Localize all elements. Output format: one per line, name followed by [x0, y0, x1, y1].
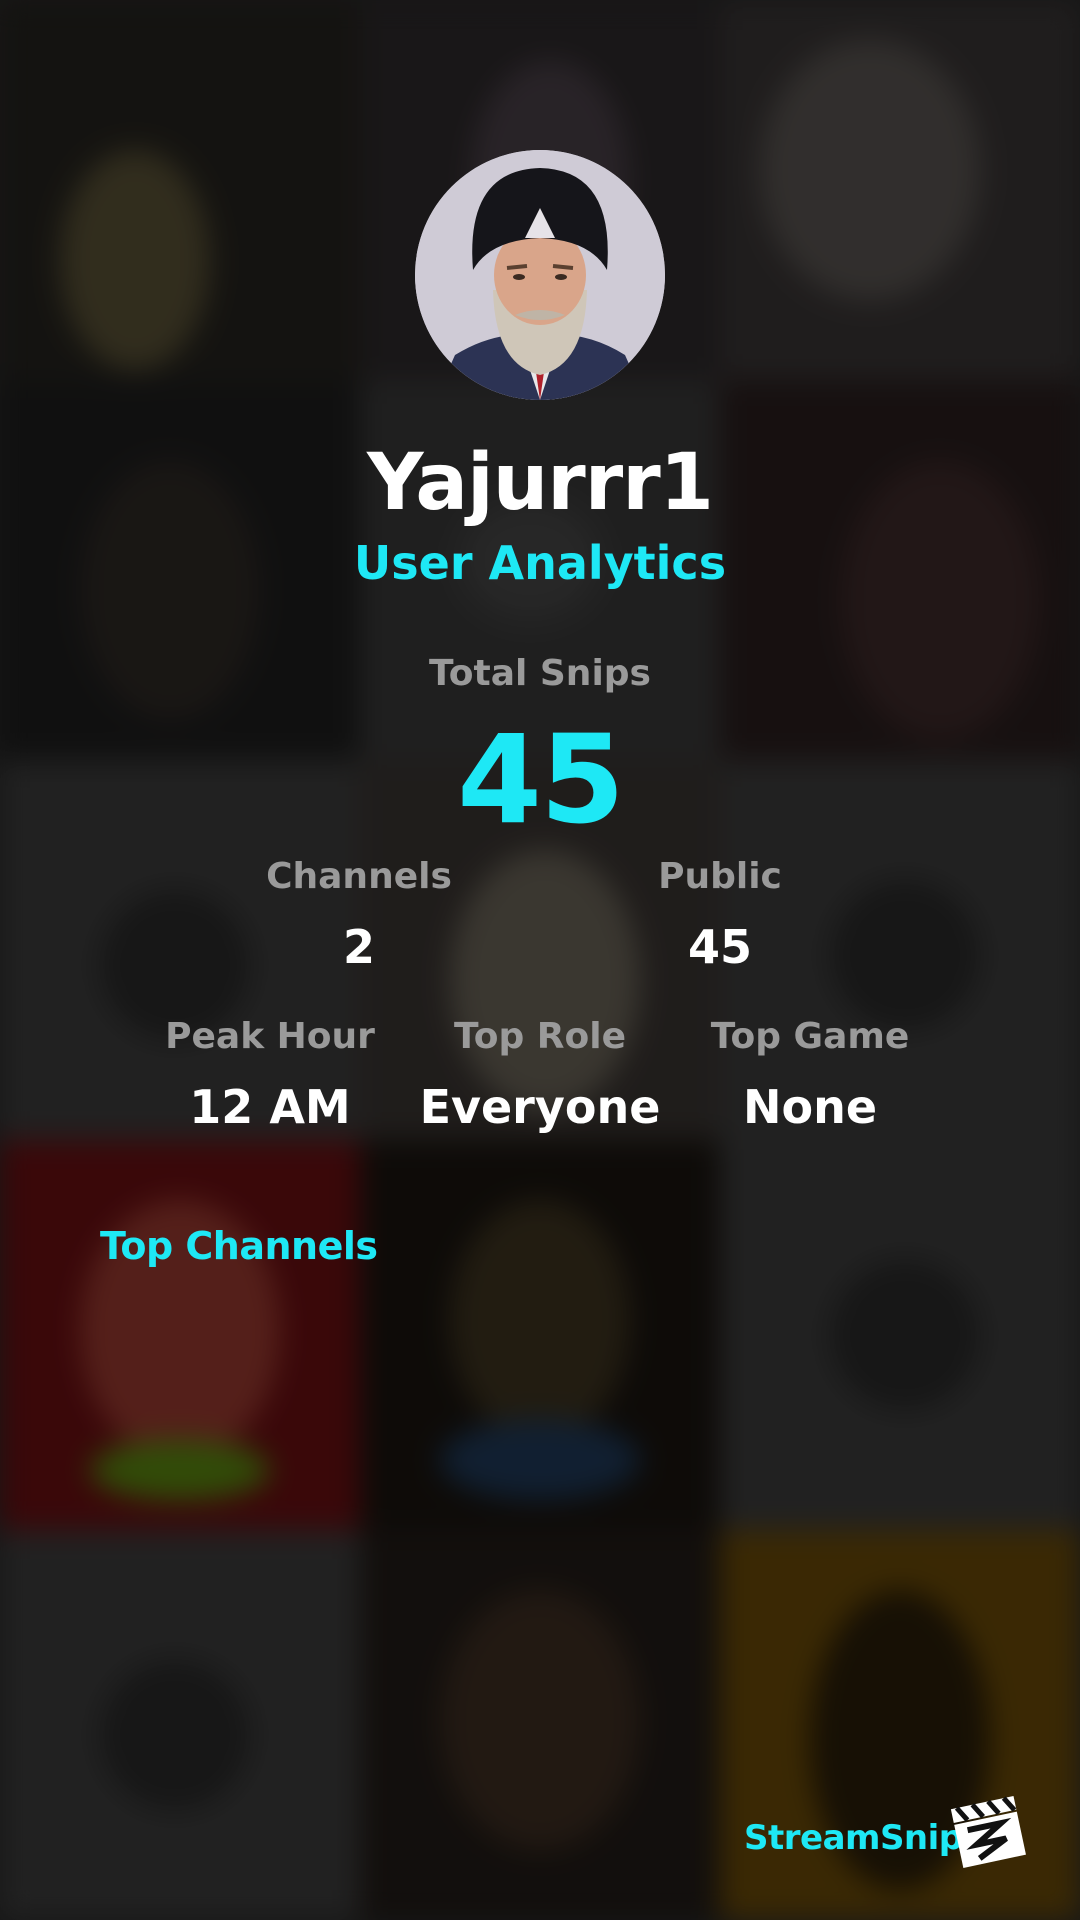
- stat-public-label: Public: [658, 856, 782, 897]
- stat-channels-label: Channels: [266, 856, 452, 897]
- stat-peak-hour-value: 12 AM: [189, 1080, 351, 1134]
- stat-top-game-label: Top Game: [710, 1016, 910, 1057]
- username: Yajurrr1: [367, 438, 714, 528]
- stat-public: Public 45: [620, 855, 820, 975]
- page-subtitle: User Analytics: [353, 536, 727, 590]
- stat-channels: Channels 2: [259, 855, 459, 975]
- stat-channels-value: 2: [342, 920, 375, 974]
- total-snips-value: 45: [457, 709, 625, 851]
- stat-top-role-value: Everyone: [419, 1080, 661, 1134]
- stat-public-value: 45: [687, 920, 752, 974]
- stat-top-role: Top Role Everyone: [410, 1015, 670, 1135]
- user-avatar-photo: [415, 150, 665, 400]
- top-channels-heading: Top Channels: [100, 1224, 378, 1268]
- clapperboard-logo-icon: [950, 1795, 1026, 1868]
- stat-top-role-label: Top Role: [453, 1016, 627, 1057]
- total-snips-label: Total Snips: [429, 653, 651, 694]
- user-avatar: [415, 150, 665, 400]
- stat-peak-hour: Peak Hour 12 AM: [150, 1015, 390, 1135]
- stat-peak-hour-label: Peak Hour: [165, 1016, 375, 1057]
- stat-top-game-value: None: [742, 1080, 878, 1134]
- stat-top-game: Top Game None: [690, 1015, 930, 1135]
- brand-name: StreamSnip: [744, 1818, 963, 1858]
